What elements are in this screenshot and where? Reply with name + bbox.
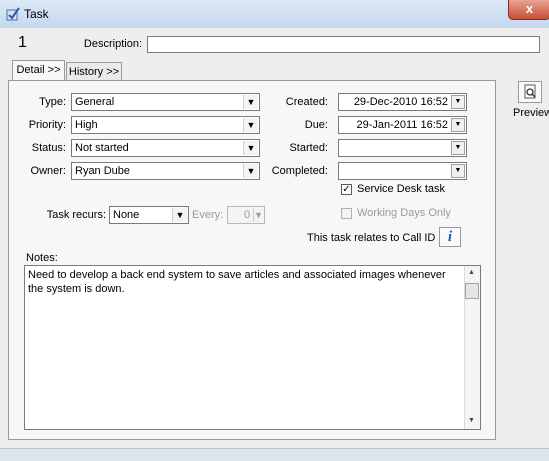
working-days-label: Working Days Only — [357, 207, 451, 219]
recurs-value: None — [113, 209, 140, 221]
owner-select[interactable]: Ryan Dube ▼ — [71, 162, 260, 180]
preview-label: Preview — [513, 107, 549, 119]
date-picker-icon[interactable]: ▼ — [451, 95, 465, 109]
service-desk-checkbox[interactable]: ✓ — [341, 184, 352, 195]
started-label: Started: — [289, 142, 328, 154]
type-label: Type: — [39, 96, 66, 108]
recurs-select[interactable]: None ▼ — [109, 206, 189, 224]
priority-select[interactable]: High ▼ — [71, 116, 260, 134]
type-select[interactable]: General ▼ — [71, 93, 260, 111]
notes-label: Notes: — [26, 252, 58, 264]
owner-label: Owner: — [30, 165, 66, 177]
chevron-down-icon: ▼ — [243, 164, 258, 178]
status-select[interactable]: Not started ▼ — [71, 139, 260, 157]
started-date-field[interactable]: ▼ — [338, 139, 467, 157]
type-value: General — [75, 96, 115, 108]
created-label: Created: — [285, 96, 328, 108]
completed-label: Completed: — [271, 165, 328, 177]
every-value: 0 — [244, 209, 251, 221]
due-value: 29-Jan-2011 16:52 — [356, 119, 448, 131]
recurs-label: Task recurs: — [46, 209, 106, 221]
chevron-down-icon: ▼ — [253, 208, 263, 222]
chevron-down-icon: ▼ — [243, 141, 258, 155]
due-date-field[interactable]: 29-Jan-2011 16:52 ▼ — [338, 116, 467, 134]
task-app-icon — [6, 7, 20, 21]
close-button[interactable]: x — [508, 0, 549, 20]
date-picker-icon[interactable]: ▼ — [451, 141, 465, 155]
title-bar — [0, 0, 549, 29]
preview-icon — [524, 84, 536, 99]
status-label: Status: — [31, 142, 66, 154]
priority-value: High — [75, 119, 98, 131]
chevron-down-icon: ▼ — [172, 208, 187, 222]
description-label: Description: — [83, 38, 142, 50]
due-label: Due: — [304, 119, 328, 131]
scroll-thumb[interactable] — [465, 283, 479, 299]
scroll-down-icon[interactable]: ▼ — [468, 417, 475, 424]
every-select[interactable]: 0 ▼ — [227, 206, 265, 224]
status-value: Not started — [75, 142, 129, 154]
notes-scrollbar[interactable]: ▲ ▼ — [464, 266, 480, 429]
date-picker-icon[interactable]: ▼ — [451, 118, 465, 132]
created-date-field[interactable]: 29-Dec-2010 16:52 ▼ — [338, 93, 467, 111]
window-title: Task — [24, 7, 49, 21]
every-label: Every: — [192, 209, 224, 221]
tab-detail[interactable]: Detail >> — [12, 60, 65, 81]
description-input[interactable] — [147, 36, 540, 53]
bottom-border — [0, 448, 549, 461]
owner-value: Ryan Dube — [75, 165, 131, 177]
date-picker-icon[interactable]: ▼ — [451, 164, 465, 178]
info-icon[interactable]: i — [439, 227, 461, 247]
task-number: 1 — [18, 34, 27, 51]
notes-textarea[interactable]: Need to develop a back end system to sav… — [24, 265, 481, 430]
chevron-down-icon: ▼ — [243, 118, 258, 132]
created-value: 29-Dec-2010 16:52 — [353, 96, 448, 108]
preview-button[interactable] — [518, 81, 542, 103]
service-desk-label: Service Desk task — [357, 183, 446, 195]
completed-date-field[interactable]: ▼ — [338, 162, 467, 180]
working-days-checkbox[interactable] — [341, 208, 352, 219]
priority-label: Priority: — [28, 119, 66, 131]
scroll-up-icon[interactable]: ▲ — [468, 269, 475, 276]
notes-text: Need to develop a back end system to sav… — [28, 269, 446, 295]
relates-text: This task relates to Call ID 1 — [307, 232, 445, 244]
chevron-down-icon: ▼ — [243, 95, 258, 109]
tab-history[interactable]: History >> — [66, 62, 122, 81]
